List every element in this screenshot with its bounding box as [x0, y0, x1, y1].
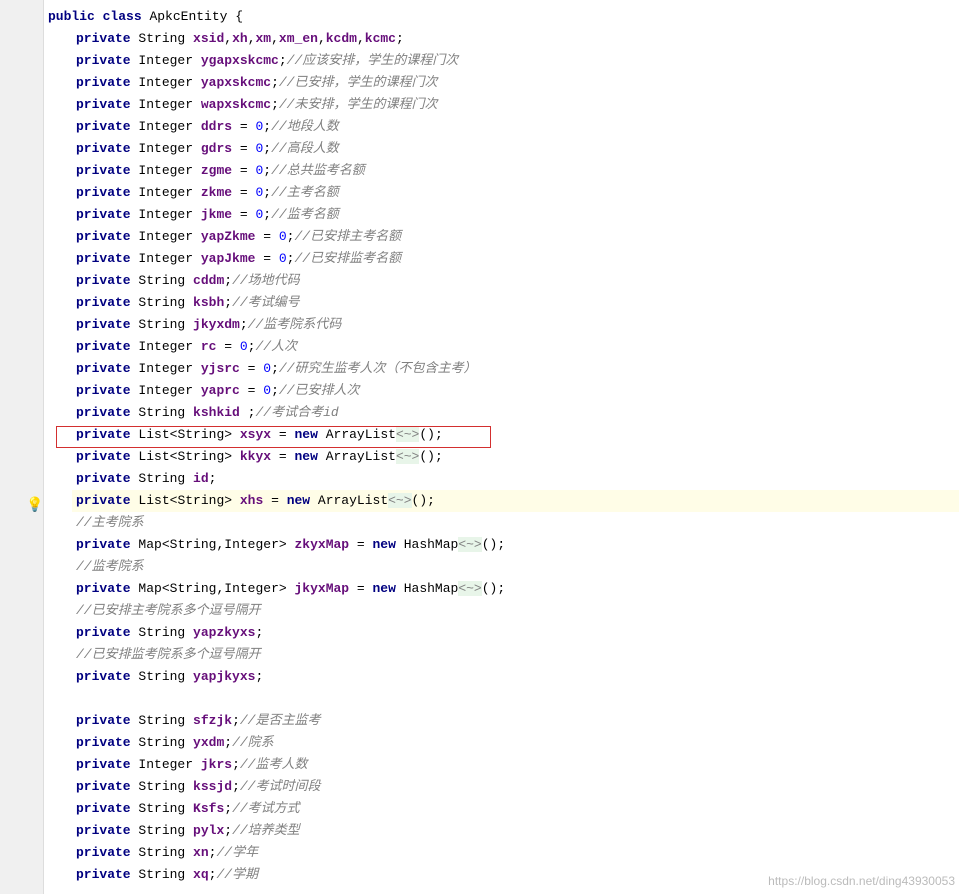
code-line[interactable]: private Map<String,Integer> jkyxMap = ne…	[44, 578, 963, 600]
code-line[interactable]: private Integer yapZkme = 0;//已安排主考名额	[44, 226, 963, 248]
code-line[interactable]: //主考院系	[44, 512, 963, 534]
code-line[interactable]: private String sfzjk;//是否主监考	[44, 710, 963, 732]
code-editor[interactable]: public class ApkcEntity {private String …	[44, 0, 963, 894]
watermark: https://blog.csdn.net/ding43930053	[768, 874, 955, 888]
code-line[interactable]: private Integer jkrs;//监考人数	[44, 754, 963, 776]
code-line[interactable]: private String pylx;//培养类型	[44, 820, 963, 842]
code-line[interactable]: //已安排监考院系多个逗号隔开	[44, 644, 963, 666]
code-line[interactable]: private Integer rc = 0;//人次	[44, 336, 963, 358]
code-line[interactable]: private Integer yjsrc = 0;//研究生监考人次（不包含主…	[44, 358, 963, 380]
code-line[interactable]: private String yapzkyxs;	[44, 622, 963, 644]
code-line[interactable]: private String yapjkyxs;	[44, 666, 963, 688]
code-line[interactable]: private String xn;//学年	[44, 842, 963, 864]
code-line[interactable]: private String yxdm;//院系	[44, 732, 963, 754]
code-line[interactable]: private Integer gdrs = 0;//高段人数	[44, 138, 963, 160]
code-line[interactable]: private Integer wapxskcmc;//未安排，学生的课程门次	[44, 94, 963, 116]
code-line[interactable]: private Integer jkme = 0;//监考名额	[44, 204, 963, 226]
code-line[interactable]: private Integer yapxskcmc;//已安排，学生的课程门次	[44, 72, 963, 94]
lightbulb-icon[interactable]: 💡	[26, 497, 43, 514]
code-line[interactable]: private String kssjd;//考试时间段	[44, 776, 963, 798]
code-line[interactable]: private String ksbh;//考试编号	[44, 292, 963, 314]
code-line[interactable]: private Map<String,Integer> zkyxMap = ne…	[44, 534, 963, 556]
code-line[interactable]: private List<String> kkyx = new ArrayLis…	[44, 446, 963, 468]
code-line[interactable]: private List<String> xhs = new ArrayList…	[44, 490, 963, 512]
editor-gutter: 💡	[0, 0, 44, 894]
code-line[interactable]: private String xsid,xh,xm,xm_en,kcdm,kcm…	[44, 28, 963, 50]
code-line[interactable]: private Integer yaprc = 0;//已安排人次	[44, 380, 963, 402]
code-line[interactable]: private Integer ddrs = 0;//地段人数	[44, 116, 963, 138]
code-line[interactable]: private Integer zkme = 0;//主考名额	[44, 182, 963, 204]
code-line[interactable]	[44, 688, 963, 710]
code-line[interactable]: public class ApkcEntity {	[44, 6, 963, 28]
code-line[interactable]: private String kshkid ;//考试合考id	[44, 402, 963, 424]
code-line[interactable]: //已安排主考院系多个逗号隔开	[44, 600, 963, 622]
code-line[interactable]: private String cddm;//场地代码	[44, 270, 963, 292]
code-line[interactable]: private List<String> xsyx = new ArrayLis…	[44, 424, 963, 446]
code-line[interactable]: private Integer yapJkme = 0;//已安排监考名额	[44, 248, 963, 270]
code-line[interactable]: private String id;	[44, 468, 963, 490]
code-line[interactable]: //监考院系	[44, 556, 963, 578]
code-line[interactable]: private Integer ygapxskcmc;//应该安排，学生的课程门…	[44, 50, 963, 72]
code-line[interactable]: private String Ksfs;//考试方式	[44, 798, 963, 820]
code-line[interactable]: private Integer zgme = 0;//总共监考名额	[44, 160, 963, 182]
code-line[interactable]: private String jkyxdm;//监考院系代码	[44, 314, 963, 336]
